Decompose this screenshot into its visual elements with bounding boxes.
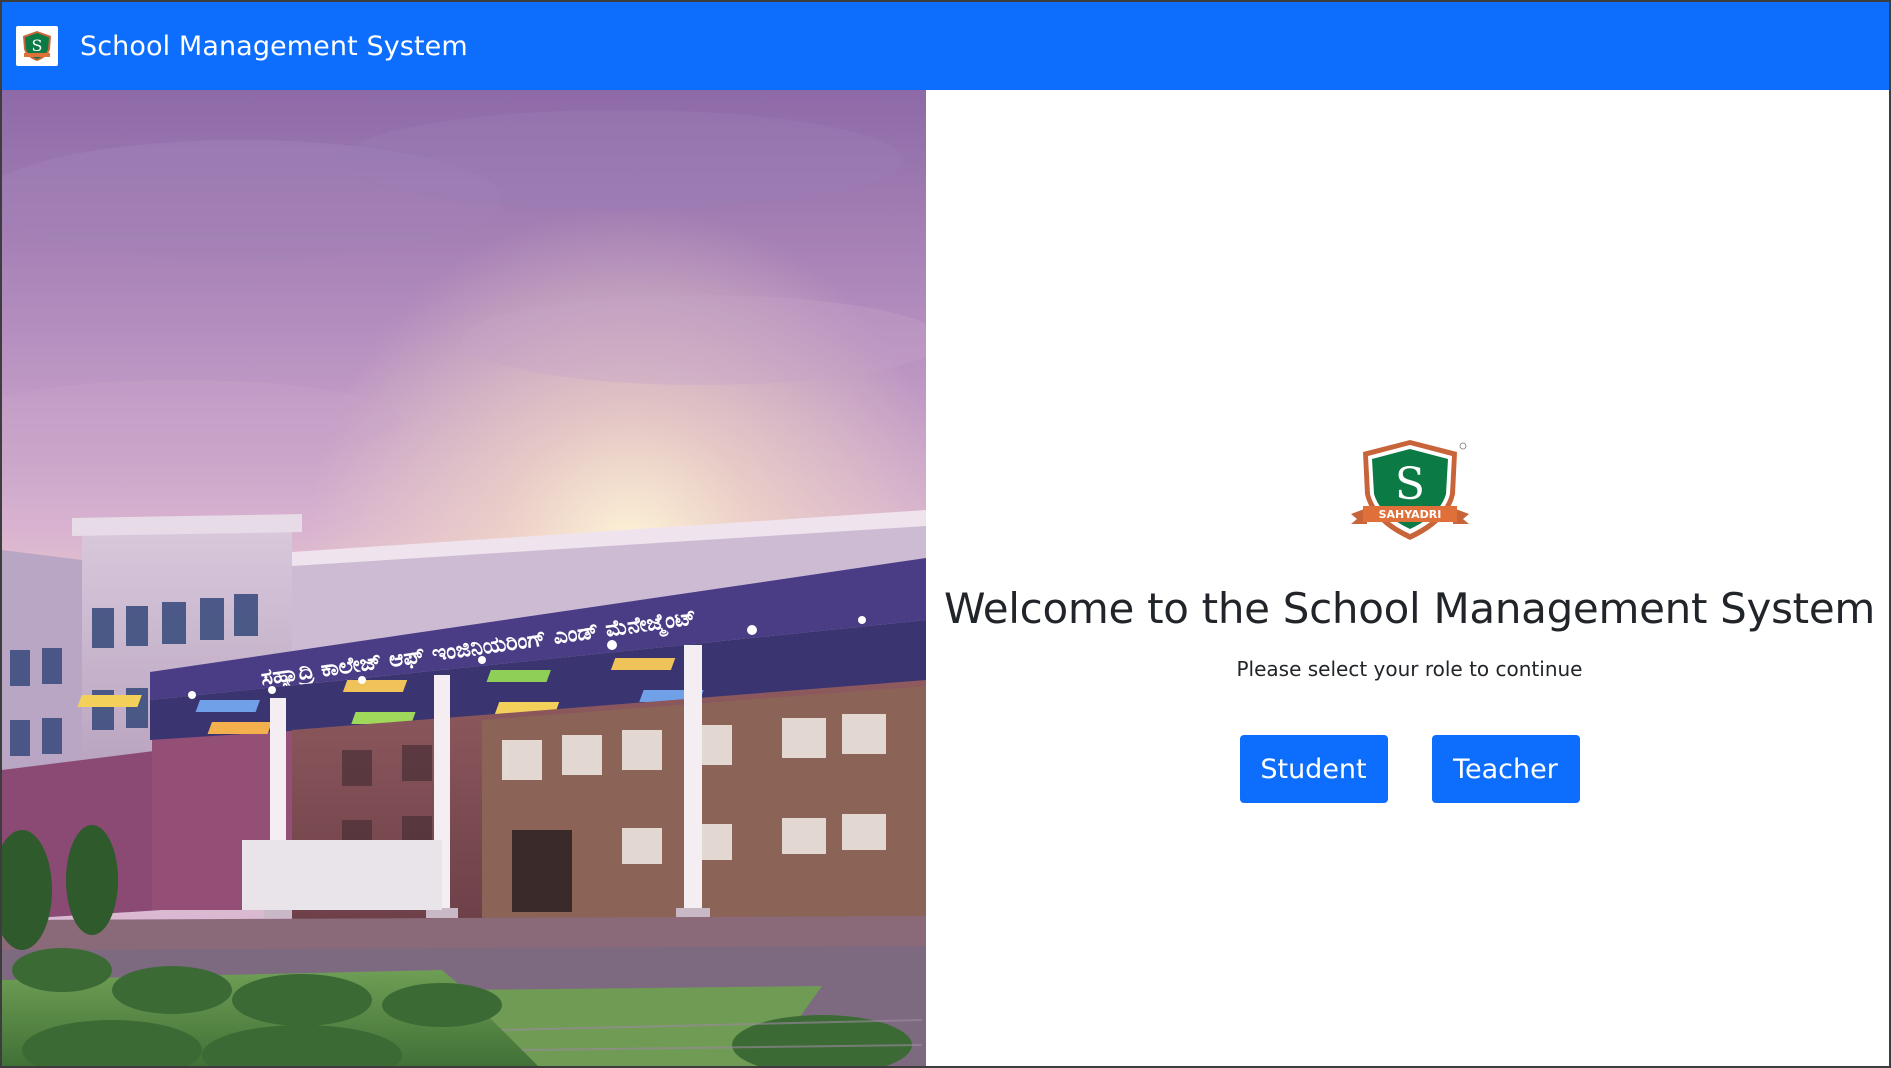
welcome-subtitle: Please select your role to continue xyxy=(1236,657,1583,681)
brand-title: School Management System xyxy=(80,30,468,62)
logo-letter: S xyxy=(32,36,43,55)
welcome-content: S SAHYADRI Welcome to the School Managem… xyxy=(926,436,1889,803)
page: S School Management System ಸಹ್ಯಾದ್ರಿ ಕಾಲ… xyxy=(0,0,1891,1068)
teacher-button[interactable]: Teacher xyxy=(1431,735,1580,803)
crest-letter: S xyxy=(1394,459,1424,510)
student-button[interactable]: Student xyxy=(1239,735,1388,803)
crest-ribbon-text: SAHYADRI xyxy=(1378,508,1441,521)
shield-logo-icon: S xyxy=(23,31,51,61)
sahyadri-crest-icon: S SAHYADRI xyxy=(1350,440,1469,540)
campus-building-image: ಸಹ್ಯಾದ್ರಿ ಕಾಲೇಜ್ ಆಫ್ ಇಂಜಿನಿಯರಿಂಗ್ ಎಂಡ್ ಮ… xyxy=(2,90,926,1066)
role-button-group: Student Teacher xyxy=(1239,735,1580,803)
brand-logo-icon: S xyxy=(16,26,58,66)
navbar: S School Management System xyxy=(2,2,1889,90)
welcome-title: Welcome to the School Management System xyxy=(944,584,1875,633)
navbar-brand[interactable]: S School Management System xyxy=(16,26,468,66)
welcome-panel: S SAHYADRI Welcome to the School Managem… xyxy=(926,90,1889,1066)
campus-photo: ಸಹ್ಯಾದ್ರಿ ಕಾಲೇಜ್ ಆಫ್ ಇಂಜಿನಿಯರಿಂಗ್ ಎಂಡ್ ಮ… xyxy=(2,90,926,1066)
